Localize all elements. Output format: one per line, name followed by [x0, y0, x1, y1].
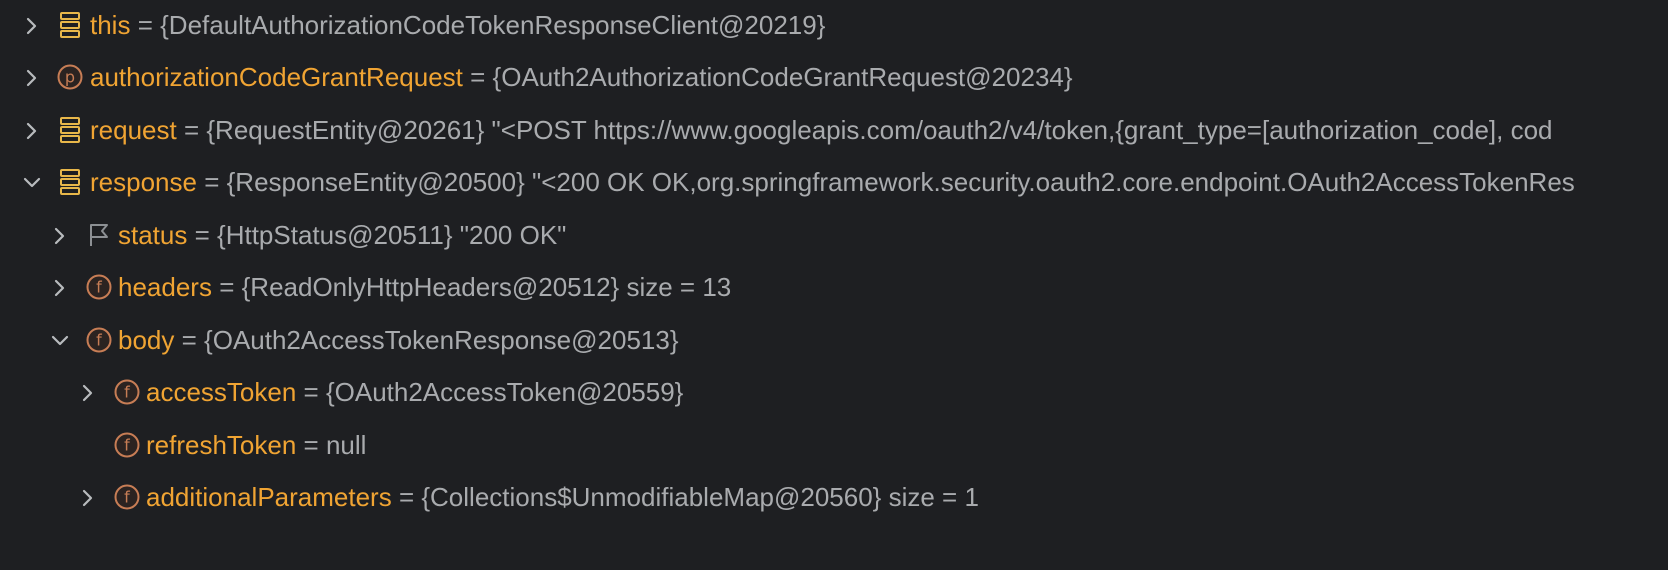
variable-name: additionalParameters [146, 482, 392, 512]
variable-entry: additionalParameters = {Collections$Unmo… [146, 481, 979, 513]
variable-row-headers[interactable]: f headers = {ReadOnlyHttpHeaders@20512} … [0, 262, 1668, 314]
svg-text:f: f [124, 436, 130, 455]
variable-entry: request = {RequestEntity@20261} "<POST h… [90, 114, 1553, 146]
field-icon: f [112, 430, 142, 460]
chevron-right-icon[interactable] [22, 16, 42, 36]
variable-name: response [90, 167, 197, 197]
variable-value: = {RequestEntity@20261} "<POST https://w… [183, 115, 1553, 145]
chevron-right-icon[interactable] [78, 383, 98, 403]
flag-icon [84, 220, 114, 250]
variable-value: = {OAuth2AuthorizationCodeGrantRequest@2… [470, 62, 1073, 92]
chevron-right-icon[interactable] [22, 121, 42, 141]
svg-text:f: f [96, 278, 102, 297]
variable-value: = {ReadOnlyHttpHeaders@20512} size = 13 [219, 272, 732, 302]
variable-row-this[interactable]: this = {DefaultAuthorizationCodeTokenRes… [0, 0, 1668, 52]
variable-value: = {DefaultAuthorizationCodeTokenResponse… [137, 10, 826, 40]
svg-text:f: f [124, 488, 130, 507]
variable-row-request[interactable]: request = {RequestEntity@20261} "<POST h… [0, 105, 1668, 157]
variable-row-authorization-code-grant-request[interactable]: p authorizationCodeGrantRequest = {OAuth… [0, 52, 1668, 104]
variable-entry: response = {ResponseEntity@20500} "<200 … [90, 166, 1575, 198]
svg-text:f: f [124, 383, 130, 402]
variable-name: authorizationCodeGrantRequest [90, 62, 463, 92]
object-stack-icon [55, 115, 85, 145]
variable-value: = {OAuth2AccessToken@20559} [303, 377, 684, 407]
svg-text:p: p [65, 68, 75, 87]
variable-name: this [90, 10, 131, 40]
variable-entry: authorizationCodeGrantRequest = {OAuth2A… [90, 61, 1073, 93]
variable-entry: accessToken = {OAuth2AccessToken@20559} [146, 376, 683, 408]
field-icon: f [112, 482, 142, 512]
variable-value: = {ResponseEntity@20500} "<200 OK OK,org… [204, 167, 1575, 197]
variable-entry: status = {HttpStatus@20511} "200 OK" [118, 219, 566, 251]
chevron-right-icon[interactable] [50, 278, 70, 298]
chevron-right-icon[interactable] [78, 488, 98, 508]
object-stack-icon [55, 10, 85, 40]
chevron-right-icon[interactable] [22, 68, 42, 88]
variable-name: refreshToken [146, 430, 297, 460]
variable-value: = null [303, 430, 367, 460]
chevron-right-icon[interactable] [50, 226, 70, 246]
variable-row-refresh-token[interactable]: f refreshToken = null [0, 420, 1668, 472]
variable-value: = {HttpStatus@20511} "200 OK" [194, 220, 567, 250]
variable-row-body[interactable]: f body = {OAuth2AccessTokenResponse@2051… [0, 315, 1668, 367]
object-stack-icon [55, 167, 85, 197]
variable-entry: headers = {ReadOnlyHttpHeaders@20512} si… [118, 271, 731, 303]
variable-entry: refreshToken = null [146, 429, 366, 461]
variable-entry: this = {DefaultAuthorizationCodeTokenRes… [90, 9, 825, 41]
variable-name: status [118, 220, 188, 250]
variables-tree: this = {DefaultAuthorizationCodeTokenRes… [0, 0, 1668, 570]
variable-value: = {OAuth2AccessTokenResponse@20513} [181, 325, 679, 355]
variable-row-status[interactable]: status = {HttpStatus@20511} "200 OK" [0, 210, 1668, 262]
variable-row-response[interactable]: response = {ResponseEntity@20500} "<200 … [0, 157, 1668, 209]
variable-name: request [90, 115, 177, 145]
variable-name: headers [118, 272, 212, 302]
variable-name: body [118, 325, 175, 355]
variable-entry: body = {OAuth2AccessTokenResponse@20513} [118, 324, 679, 356]
variable-row-additional-parameters[interactable]: f additionalParameters = {Collections$Un… [0, 472, 1668, 524]
parameter-icon: p [55, 62, 85, 92]
field-icon: f [112, 377, 142, 407]
chevron-down-icon[interactable] [22, 173, 42, 193]
field-icon: f [84, 272, 114, 302]
field-icon: f [84, 325, 114, 355]
svg-text:f: f [96, 331, 102, 350]
variable-value: = {Collections$UnmodifiableMap@20560} si… [398, 482, 979, 512]
variable-name: accessToken [146, 377, 297, 407]
variable-row-access-token[interactable]: f accessToken = {OAuth2AccessToken@20559… [0, 367, 1668, 419]
chevron-down-icon[interactable] [50, 331, 70, 351]
